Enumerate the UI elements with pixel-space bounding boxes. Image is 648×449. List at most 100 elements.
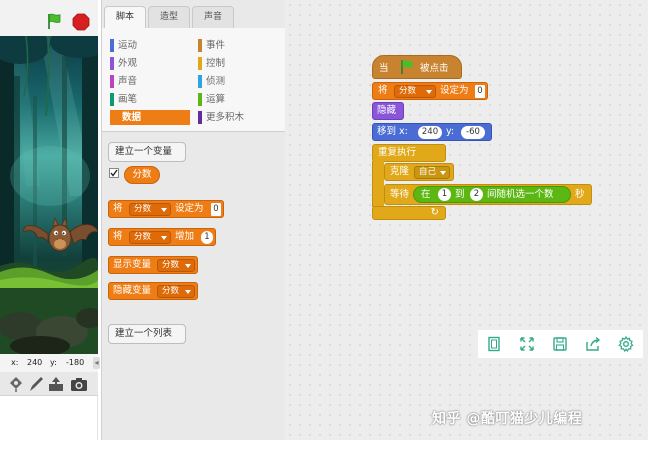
category-label: 控制 bbox=[206, 58, 226, 69]
camera-icon[interactable] bbox=[70, 375, 88, 393]
y-input[interactable]: -60 bbox=[461, 126, 485, 139]
set-variable-block[interactable]: 将 分数 设定为 0 bbox=[372, 82, 488, 100]
x-input[interactable]: 240 bbox=[418, 126, 442, 139]
category-sound[interactable]: 声音 bbox=[110, 74, 190, 89]
category-color-swatch bbox=[110, 93, 114, 106]
forever-block[interactable]: 重复执行 ↻ 克隆 自己 等待 在 1 到 2 间随机选一个数 秒 bbox=[372, 144, 592, 222]
block-palette: 脚本 造型 声音 运动 外观 声音 画笔 数据 事件 控制 侦测 运算 更多积木… bbox=[101, 0, 286, 440]
pick-random-block[interactable]: 在 1 到 2 间随机选一个数 bbox=[413, 186, 571, 203]
set-variable-block[interactable]: 将 分数 设定为 0 bbox=[108, 200, 224, 218]
upload-sprite-icon[interactable] bbox=[47, 375, 65, 393]
block-text: 间随机选一个数 bbox=[487, 189, 554, 200]
value-input[interactable]: 0 bbox=[211, 203, 221, 216]
save-icon[interactable] bbox=[552, 336, 568, 352]
block-text: 将 bbox=[113, 203, 123, 214]
category-label: 更多积木 bbox=[206, 112, 245, 123]
value-input[interactable]: 0 bbox=[475, 85, 485, 98]
settings-gear-icon[interactable] bbox=[618, 336, 634, 352]
block-text: 等待 bbox=[390, 189, 410, 200]
collapse-stage-handle[interactable]: ◂ bbox=[93, 357, 100, 369]
block-text: 隐藏变量 bbox=[113, 285, 152, 296]
new-sprite-toolbar bbox=[0, 372, 98, 396]
wait-block[interactable]: 等待 在 1 到 2 间随机选一个数 秒 bbox=[384, 184, 592, 205]
block-text: y: bbox=[446, 126, 455, 137]
stage-pane: x: 240 y: -180 ◂ bbox=[0, 0, 100, 440]
variable-dropdown[interactable]: 分数 bbox=[157, 285, 195, 298]
paint-sprite-icon[interactable] bbox=[7, 375, 25, 393]
tab-scripts[interactable]: 脚本 bbox=[104, 6, 146, 28]
variable-dropdown[interactable]: 分数 bbox=[129, 231, 171, 244]
random-from-input[interactable]: 1 bbox=[438, 188, 451, 201]
show-variable-block[interactable]: 显示变量 分数 bbox=[108, 256, 198, 274]
go-to-xy-block[interactable]: 移到 x: 240 y: -60 bbox=[372, 123, 492, 141]
variable-dropdown[interactable]: 分数 bbox=[394, 85, 436, 98]
variable-dropdown[interactable]: 分数 bbox=[157, 259, 195, 272]
category-motion[interactable]: 运动 bbox=[110, 38, 190, 53]
tab-costumes[interactable]: 造型 bbox=[148, 6, 190, 28]
category-color-swatch bbox=[198, 75, 202, 88]
category-events[interactable]: 事件 bbox=[198, 38, 278, 53]
fit-screen-icon[interactable] bbox=[486, 336, 502, 352]
block-text: 移到 x: bbox=[377, 126, 408, 137]
category-color-swatch bbox=[198, 93, 202, 106]
when-flag-clicked-block[interactable]: 当 被点击 bbox=[372, 55, 462, 79]
category-more-blocks[interactable]: 更多积木 bbox=[198, 110, 278, 125]
stage-canvas[interactable] bbox=[0, 36, 98, 354]
chevron-down-icon bbox=[185, 264, 191, 268]
loop-arrow-icon: ↻ bbox=[430, 207, 439, 218]
watermark-text: 知乎 @酷叮猫少儿编程 bbox=[432, 411, 583, 427]
green-flag-icon[interactable] bbox=[45, 12, 63, 30]
category-label: 运算 bbox=[206, 94, 226, 105]
block-text: 当 bbox=[379, 63, 389, 74]
chevron-down-icon bbox=[185, 290, 191, 294]
forever-header: 重复执行 bbox=[372, 144, 446, 162]
block-text: 设定为 bbox=[175, 203, 204, 214]
block-text: 设定为 bbox=[440, 85, 469, 96]
scripts-area[interactable]: 当 被点击 将 分数 设定为 0 隐藏 移到 x: 240 y: -60 重复执… bbox=[285, 0, 648, 440]
category-data[interactable]: 数据 bbox=[110, 110, 190, 125]
block-text: 将 bbox=[113, 231, 123, 242]
make-list-button[interactable]: 建立一个列表 bbox=[108, 324, 186, 344]
value-input[interactable]: 1 bbox=[201, 231, 213, 244]
chevron-down-icon bbox=[440, 171, 446, 175]
palette-blocks: 建立一个变量 分数 将 分数 设定为 0 将 分数 增加 1 显示变量 分数 隐 bbox=[102, 132, 286, 440]
category-pen[interactable]: 画笔 bbox=[110, 92, 190, 107]
green-flag-icon bbox=[401, 60, 413, 74]
category-label: 声音 bbox=[118, 76, 138, 87]
category-looks[interactable]: 外观 bbox=[110, 56, 190, 71]
brush-icon[interactable] bbox=[27, 375, 45, 393]
hide-variable-block[interactable]: 隐藏变量 分数 bbox=[108, 282, 198, 300]
category-selector: 运动 外观 声音 画笔 数据 事件 控制 侦测 运算 更多积木 bbox=[102, 28, 286, 132]
fullscreen-icon[interactable] bbox=[519, 336, 535, 352]
block-text: 增加 bbox=[175, 231, 195, 242]
make-variable-button[interactable]: 建立一个变量 bbox=[108, 142, 186, 162]
stop-sign-icon[interactable] bbox=[72, 13, 90, 31]
variable-dropdown[interactable]: 分数 bbox=[129, 203, 171, 216]
category-color-swatch bbox=[110, 57, 114, 70]
category-color-swatch bbox=[198, 39, 202, 52]
tab-sounds[interactable]: 声音 bbox=[192, 6, 234, 28]
create-clone-block[interactable]: 克隆 自己 bbox=[384, 163, 454, 181]
variable-reporter-score[interactable]: 分数 bbox=[124, 166, 160, 184]
category-label: 外观 bbox=[118, 58, 138, 69]
dropdown-value: 分数 bbox=[162, 260, 180, 270]
hide-block[interactable]: 隐藏 bbox=[372, 102, 404, 120]
forever-arm bbox=[372, 161, 384, 207]
clone-target-dropdown[interactable]: 自己 bbox=[414, 166, 450, 179]
category-label: 侦测 bbox=[206, 76, 226, 87]
category-color-swatch bbox=[110, 39, 114, 52]
coord-y-value: -180 bbox=[66, 358, 85, 367]
variable-checkbox[interactable] bbox=[109, 168, 119, 178]
category-control[interactable]: 控制 bbox=[198, 56, 278, 71]
chevron-down-icon bbox=[161, 236, 167, 240]
category-sensing[interactable]: 侦测 bbox=[198, 74, 278, 89]
stage-topbar bbox=[0, 0, 98, 36]
category-operators[interactable]: 运算 bbox=[198, 92, 278, 107]
random-to-input[interactable]: 2 bbox=[470, 188, 483, 201]
block-text: 将 bbox=[378, 85, 388, 96]
change-variable-block[interactable]: 将 分数 增加 1 bbox=[108, 228, 216, 246]
share-icon[interactable] bbox=[585, 336, 601, 352]
category-color-swatch bbox=[110, 75, 114, 88]
block-text: 重复执行 bbox=[378, 147, 417, 158]
block-text: 隐藏 bbox=[377, 105, 397, 116]
